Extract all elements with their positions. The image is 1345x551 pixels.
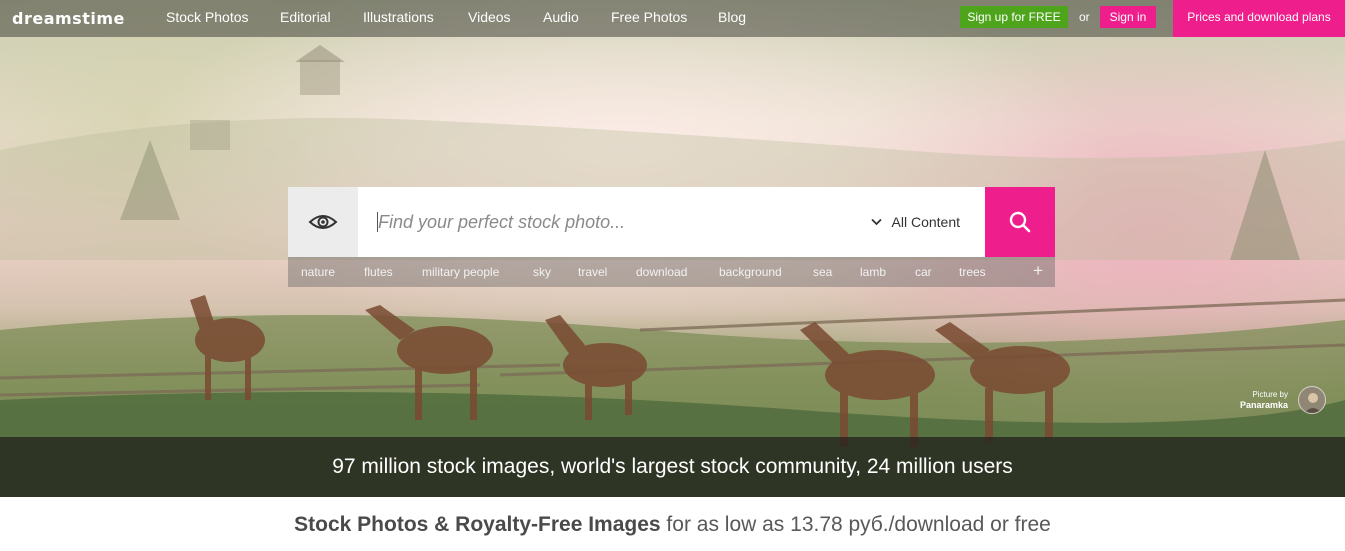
tag-link[interactable]: sky <box>533 265 551 279</box>
tagline-rest: for as low as 13.78 руб./download or fre… <box>660 513 1051 536</box>
eye-icon <box>308 215 338 229</box>
page: dreamstime Stock Photos Editorial Illust… <box>0 0 1345 551</box>
tag-link[interactable]: military people <box>422 265 499 279</box>
chevron-down-icon <box>870 218 882 226</box>
content-type-dropdown[interactable]: All Content <box>870 187 960 257</box>
nav-item-free-photos[interactable]: Free Photos <box>611 9 687 25</box>
prices-plans-button[interactable]: Prices and download plans <box>1173 0 1345 37</box>
text-caret <box>377 212 378 232</box>
tag-link[interactable]: flutes <box>364 265 393 279</box>
sign-up-button[interactable]: Sign up for FREE <box>960 6 1068 28</box>
author-avatar[interactable] <box>1298 386 1326 414</box>
nav-item-blog[interactable]: Blog <box>718 9 746 25</box>
nav-item-editorial[interactable]: Editorial <box>280 9 331 25</box>
tag-link[interactable]: sea <box>813 265 832 279</box>
search-input[interactable] <box>358 187 828 257</box>
nav-item-stock-photos[interactable]: Stock Photos <box>166 9 249 25</box>
nav-item-audio[interactable]: Audio <box>543 9 579 25</box>
tag-link[interactable]: travel <box>578 265 607 279</box>
visual-search-button[interactable] <box>288 187 358 257</box>
search-button[interactable] <box>985 187 1055 257</box>
stats-banner: 97 million stock images, world's largest… <box>0 437 1345 497</box>
content-type-label: All Content <box>891 214 960 230</box>
tag-link[interactable]: download <box>636 265 687 279</box>
tag-link[interactable]: background <box>719 265 782 279</box>
search-bar: All Content <box>288 187 1055 257</box>
nav-item-illustrations[interactable]: Illustrations <box>363 9 434 25</box>
tag-link[interactable]: nature <box>301 265 335 279</box>
photo-credit-prefix: Picture by <box>1252 390 1288 399</box>
pricing-tagline: Stock Photos & Royalty-Free Images for a… <box>0 513 1345 537</box>
dreamstime-logo[interactable]: dreamstime <box>12 9 125 28</box>
tagline-bold: Stock Photos & Royalty-Free Images <box>294 513 661 536</box>
tag-link[interactable]: trees <box>959 265 986 279</box>
search-icon <box>1009 211 1031 233</box>
hero-background: dreamstime Stock Photos Editorial Illust… <box>0 0 1345 497</box>
photo-credit: Picture by Panaramka <box>1230 390 1288 410</box>
photo-credit-author[interactable]: Panaramka <box>1230 400 1288 410</box>
tag-link[interactable]: car <box>915 265 932 279</box>
plus-icon[interactable]: + <box>1033 261 1043 281</box>
tag-link[interactable]: lamb <box>860 265 886 279</box>
suggested-tags-bar: nature flutes military people sky travel… <box>288 257 1055 287</box>
top-nav-bar: dreamstime Stock Photos Editorial Illust… <box>0 0 1345 37</box>
nav-item-videos[interactable]: Videos <box>468 9 511 25</box>
sign-in-button[interactable]: Sign in <box>1100 6 1156 28</box>
or-separator: or <box>1079 10 1090 24</box>
search-field-container: All Content <box>358 187 985 257</box>
